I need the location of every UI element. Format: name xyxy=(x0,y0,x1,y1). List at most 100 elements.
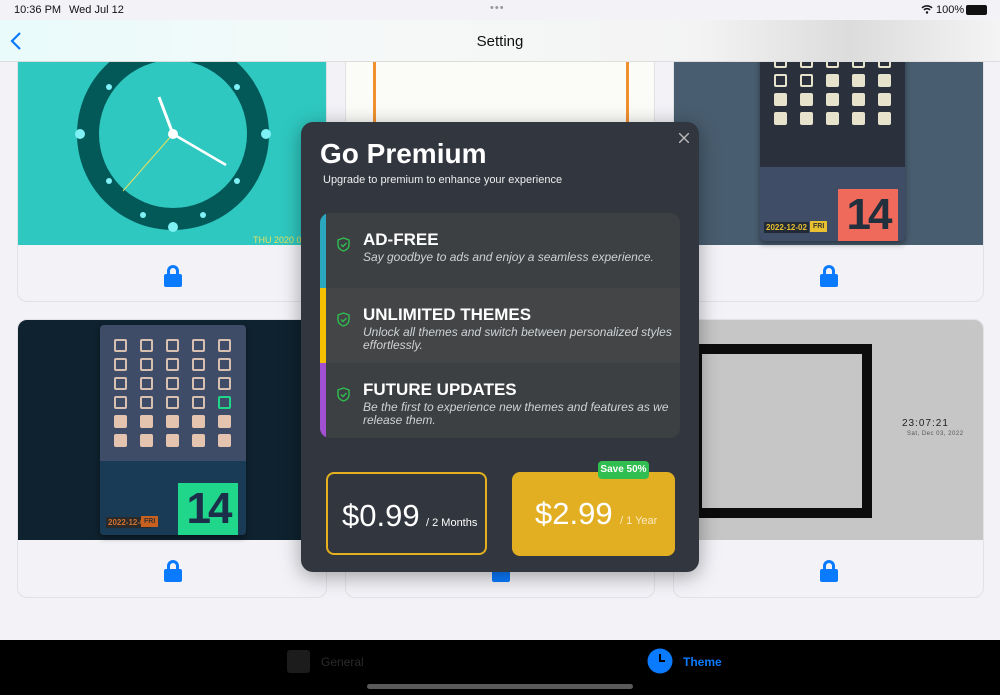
lock-icon xyxy=(164,265,182,287)
plan-1-year-button[interactable]: $2.99 / 1 Year xyxy=(512,472,675,556)
page-title: Setting xyxy=(476,33,524,50)
calendar-weekday: FRI xyxy=(141,516,159,527)
plan-price: $0.99 xyxy=(342,498,420,533)
calendar-preview: 14 2022-12-02 FRI xyxy=(100,325,246,535)
calendar-cell xyxy=(800,93,813,106)
shield-check-icon xyxy=(337,237,350,252)
lock-icon xyxy=(820,560,838,582)
calendar-cell xyxy=(192,415,205,428)
calendar-cell xyxy=(800,74,813,87)
feature-desc: Unlock all themes and switch between per… xyxy=(363,325,672,352)
calendar-cell xyxy=(166,415,179,428)
calendar-cell xyxy=(140,358,153,371)
clock-face-preview xyxy=(75,53,271,232)
modal-title: Go Premium xyxy=(320,138,487,169)
plan-price: $2.99 xyxy=(535,496,613,531)
frame-preview xyxy=(692,344,872,518)
tab-label: Theme xyxy=(683,655,722,669)
calendar-day: 14 xyxy=(838,189,898,241)
general-icon xyxy=(287,650,310,673)
calendar-cell xyxy=(114,339,127,352)
feature-future-updates: FUTURE UPDATES Be the first to experienc… xyxy=(320,363,680,438)
frame-clock-date: Sat, Dec 03, 2022 xyxy=(907,431,964,437)
calendar-cell xyxy=(826,93,839,106)
calendar-cell xyxy=(852,93,865,106)
feature-desc: Be the first to experience new themes an… xyxy=(363,400,669,427)
status-time: 10:36 PM xyxy=(14,4,62,16)
close-icon[interactable] xyxy=(679,133,689,143)
plan-2-months-button[interactable]: $0.99 / 2 Months xyxy=(326,472,487,555)
calendar-cell xyxy=(192,434,205,447)
calendar-cell xyxy=(800,112,813,125)
calendar-cell xyxy=(166,339,179,352)
calendar-cell xyxy=(852,74,865,87)
calendar-cell xyxy=(218,434,231,447)
calendar-cell xyxy=(878,74,891,87)
plan-period: / 2 Months xyxy=(426,517,478,529)
calendar-cell xyxy=(114,434,127,447)
clock-date-text: THU 2020 0 xyxy=(253,235,302,245)
calendar-cell xyxy=(114,358,127,371)
feature-title: AD-FREE xyxy=(363,230,439,249)
calendar-cell xyxy=(852,112,865,125)
plan-period: / 1 Year xyxy=(620,515,658,527)
calendar-cell xyxy=(218,396,231,409)
calendar-cell xyxy=(114,377,127,390)
theme-card-analog-clock[interactable]: THU 2020 0 xyxy=(17,40,327,302)
calendar-cell xyxy=(140,396,153,409)
premium-modal: Go Premium Upgrade to premium to enhance… xyxy=(301,122,699,572)
feature-title: FUTURE UPDATES xyxy=(363,380,517,399)
lock-icon xyxy=(820,265,838,287)
tab-theme[interactable]: Theme xyxy=(647,648,747,675)
calendar-cell xyxy=(826,74,839,87)
calendar-cell xyxy=(878,112,891,125)
feature-desc: Say goodbye to ads and enjoy a seamless … xyxy=(363,250,654,264)
calendar-cell xyxy=(218,377,231,390)
calendar-cell xyxy=(114,415,127,428)
calendar-cell xyxy=(192,377,205,390)
calendar-cell xyxy=(878,93,891,106)
wifi-icon xyxy=(921,4,933,17)
calendar-cell xyxy=(774,112,787,125)
calendar-date: 2022-12-02 xyxy=(764,222,809,233)
calendar-cell xyxy=(140,434,153,447)
feature-list: AD-FREE Say goodbye to ads and enjoy a s… xyxy=(320,213,680,438)
navigation-bar: Setting xyxy=(0,20,1000,62)
feature-unlimited-themes: UNLIMITED THEMES Unlock all themes and s… xyxy=(320,288,680,363)
save-badge: Save 50% xyxy=(598,461,649,479)
tab-general[interactable]: General xyxy=(287,650,397,675)
theme-card-calendar-red[interactable]: 14 2022-12-02 FRI xyxy=(673,40,984,302)
calendar-cell xyxy=(192,358,205,371)
calendar-weekday: FRI xyxy=(810,221,828,232)
calendar-cell xyxy=(166,377,179,390)
shield-check-icon xyxy=(337,312,350,327)
calendar-cell xyxy=(192,396,205,409)
theme-card-calendar-green[interactable]: 14 2022-12-02 FRI xyxy=(17,319,327,598)
calendar-cell xyxy=(140,339,153,352)
tab-label: General xyxy=(321,655,364,669)
calendar-cell xyxy=(218,358,231,371)
home-indicator[interactable] xyxy=(367,684,633,689)
status-bar: 10:36 PM Wed Jul 12 ••• 100% xyxy=(0,0,1000,20)
battery-percent: 100% xyxy=(936,4,965,16)
calendar-preview: 14 2022-12-02 FRI xyxy=(760,41,905,241)
calendar-cell xyxy=(166,358,179,371)
shield-check-icon xyxy=(337,387,350,402)
calendar-cell xyxy=(114,396,127,409)
calendar-cell xyxy=(140,415,153,428)
calendar-cell xyxy=(166,396,179,409)
status-date: Wed Jul 12 xyxy=(69,4,124,16)
calendar-cell xyxy=(218,339,231,352)
calendar-day: 14 xyxy=(178,483,238,535)
lock-icon xyxy=(164,560,182,582)
feature-ad-free: AD-FREE Say goodbye to ads and enjoy a s… xyxy=(320,213,680,288)
feature-title: UNLIMITED THEMES xyxy=(363,305,532,324)
calendar-cell xyxy=(192,339,205,352)
calendar-cell xyxy=(140,377,153,390)
theme-card-frame-clock[interactable]: 23:07:21 Sat, Dec 03, 2022 xyxy=(673,319,984,598)
multitask-dots[interactable]: ••• xyxy=(490,2,505,14)
battery-icon xyxy=(966,5,987,15)
calendar-cell xyxy=(218,415,231,428)
calendar-cell xyxy=(166,434,179,447)
frame-clock-time: 23:07:21 xyxy=(902,418,949,429)
